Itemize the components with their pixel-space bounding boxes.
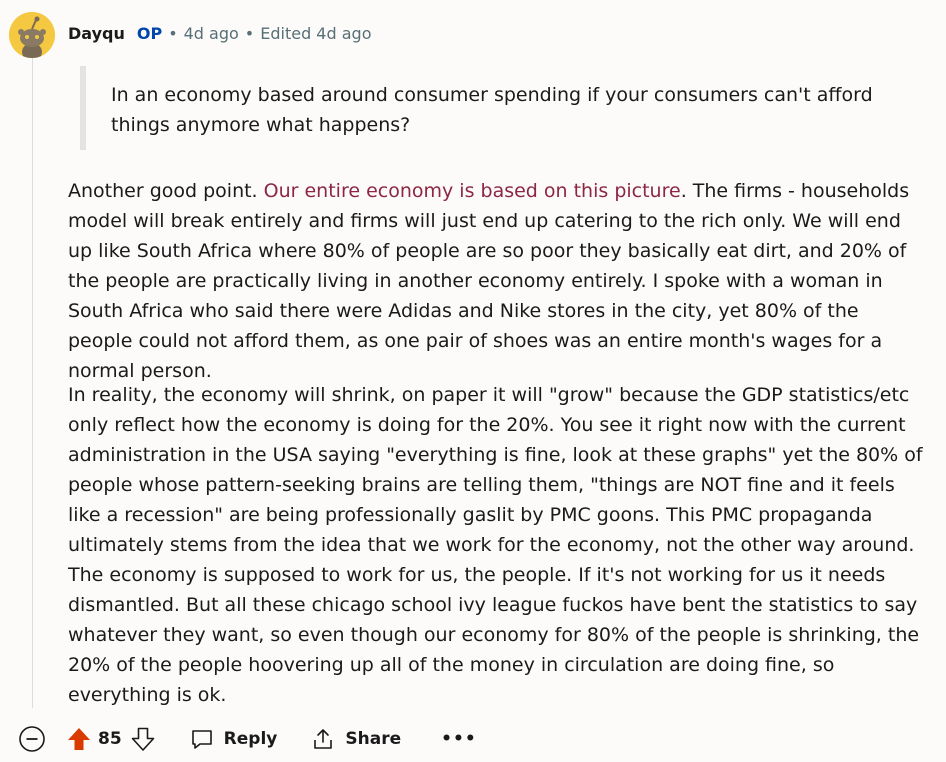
- comment-action-bar: 85 Reply Share •••: [18, 722, 477, 756]
- comment-paragraph-1: Another good point. Our entire economy i…: [68, 176, 928, 386]
- meta-separator: •: [244, 23, 255, 43]
- comment-age[interactable]: 4d ago: [184, 24, 239, 43]
- comment-paragraph-2: In reality, the economy will shrink, on …: [68, 380, 928, 710]
- upvote-button[interactable]: [66, 726, 92, 752]
- op-badge: OP: [136, 23, 163, 43]
- collapse-button[interactable]: [18, 725, 46, 753]
- edited-label: Edited 4d ago: [260, 23, 372, 43]
- picture-link[interactable]: Our entire economy is based on this pict…: [264, 180, 681, 202]
- paragraph-text: In reality, the economy will shrink, on …: [68, 384, 923, 706]
- collapse-minus-icon: [19, 726, 45, 752]
- share-label: Share: [345, 729, 402, 749]
- snoo-avatar-icon: [9, 12, 55, 58]
- share-button[interactable]: Share: [311, 727, 401, 751]
- upvote-arrow-icon: [68, 728, 90, 750]
- more-options-button[interactable]: •••: [441, 729, 477, 749]
- paragraph-text: . The firms - households model will brea…: [68, 180, 910, 382]
- share-icon: [314, 729, 333, 749]
- meta-separator: •: [168, 23, 178, 43]
- blockquote: In an economy based around consumer spen…: [80, 66, 880, 150]
- quote-text: In an economy based around consumer spen…: [111, 84, 873, 136]
- user-avatar[interactable]: [9, 12, 55, 58]
- comment-bubble-icon: [191, 730, 212, 749]
- downvote-button[interactable]: [130, 726, 156, 752]
- thread-line: [32, 58, 33, 708]
- comment-header: Dayqu OP • 4d ago • Edited 4d ago: [68, 22, 371, 44]
- reply-button[interactable]: Reply: [190, 727, 278, 751]
- author-name[interactable]: Dayqu: [68, 24, 125, 43]
- downvote-arrow-icon: [131, 727, 154, 751]
- paragraph-text: Another good point.: [68, 180, 264, 202]
- reply-label: Reply: [223, 729, 278, 749]
- vote-count: 85: [98, 729, 122, 749]
